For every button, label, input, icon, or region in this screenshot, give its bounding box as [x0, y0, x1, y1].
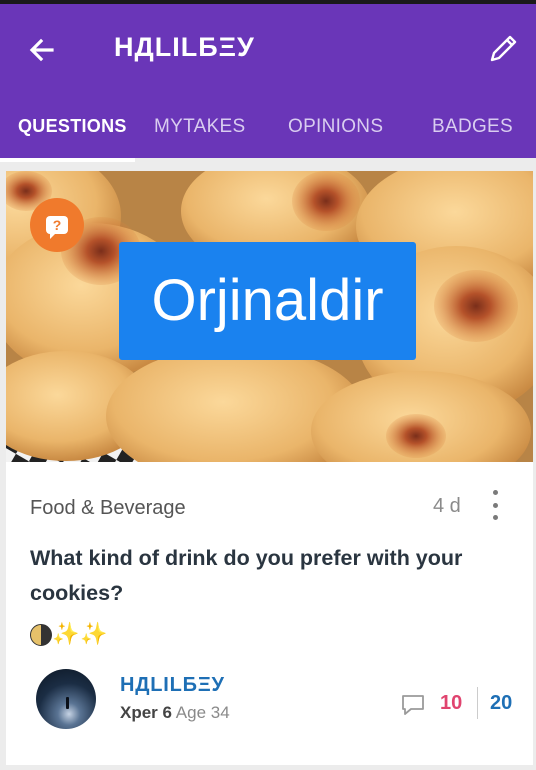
comment-icon	[402, 695, 424, 715]
stats-divider	[477, 687, 478, 719]
category-label[interactable]: Food & Beverage	[30, 497, 186, 520]
sparkles-emoji-icon: ✨✨	[52, 621, 109, 646]
active-tab-indicator	[0, 158, 135, 162]
page-title: НДLILБΞУ	[114, 32, 255, 62]
more-options-icon[interactable]	[488, 490, 502, 520]
tab-bar: QUESTIONS MYTAKES OPINIONS BADGES	[0, 100, 536, 162]
image-caption: Orjinaldir	[119, 242, 416, 360]
question-image[interactable]: ? Orjinaldir	[6, 171, 533, 462]
author-level: Xper 6	[120, 703, 172, 722]
edit-pencil-icon[interactable]	[486, 32, 520, 66]
tab-badges[interactable]: BADGES	[432, 116, 513, 138]
tab-questions[interactable]: QUESTIONS	[18, 116, 127, 137]
question-title[interactable]: What kind of drink do you prefer with yo…	[30, 541, 510, 611]
moon-emoji-icon	[30, 624, 52, 647]
post-age: 4 d	[433, 495, 461, 517]
author-meta: Xper 6 Age 34	[120, 703, 230, 723]
app-bar: НДLILБΞУ QUESTIONS MYTAKES OPINIONS BADG…	[0, 0, 536, 162]
question-card[interactable]: ? Orjinaldir Food & Beverage 4 d What ki…	[6, 171, 533, 765]
avatar[interactable]	[36, 669, 96, 729]
opinions-count[interactable]: 10	[440, 692, 462, 715]
back-arrow-icon[interactable]	[26, 34, 58, 66]
tab-mytakes[interactable]: MYTAKES	[154, 116, 246, 138]
author-name[interactable]: НДLILБΞУ	[120, 674, 225, 697]
tab-opinions[interactable]: OPINIONS	[288, 116, 383, 138]
emoji-line: ✨✨	[30, 621, 109, 647]
author-age: Age 34	[175, 703, 230, 722]
mytakes-count[interactable]: 20	[490, 692, 512, 715]
question-bubble-icon: ?	[46, 216, 68, 239]
question-badge: ?	[30, 198, 84, 252]
